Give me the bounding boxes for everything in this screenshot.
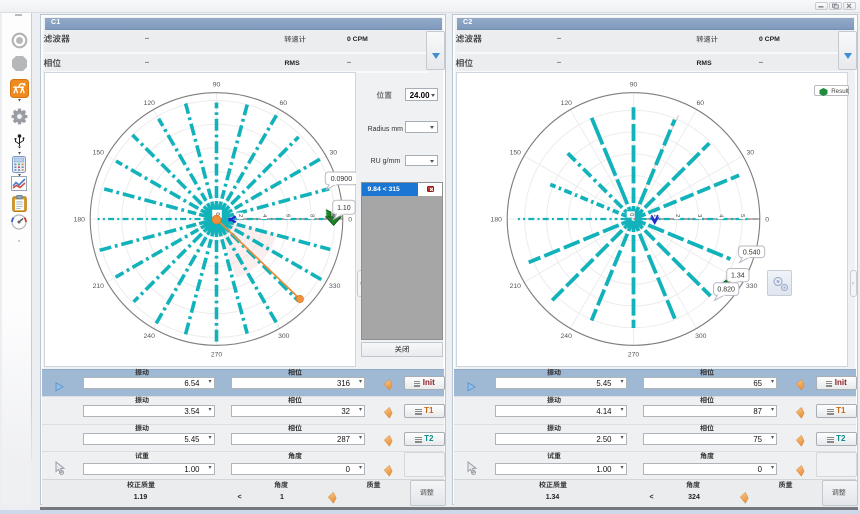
svg-text:0: 0 — [628, 213, 634, 216]
svg-text:0.0900: 0.0900 — [331, 176, 353, 183]
svg-text:120: 120 — [144, 100, 156, 107]
svg-text:30: 30 — [330, 150, 338, 157]
svg-text:120: 120 — [561, 100, 573, 107]
svg-text:300: 300 — [278, 333, 290, 340]
svg-text:270: 270 — [628, 351, 640, 358]
svg-text:0: 0 — [765, 216, 769, 223]
svg-text:240: 240 — [144, 333, 156, 340]
svg-text:90: 90 — [630, 81, 638, 88]
svg-text:5: 5 — [739, 214, 745, 217]
svg-text:210: 210 — [93, 283, 105, 290]
svg-text:30: 30 — [747, 150, 755, 157]
svg-text:60: 60 — [280, 100, 288, 107]
svg-text:60: 60 — [697, 100, 705, 107]
svg-text:0: 0 — [348, 216, 352, 223]
svg-text:90: 90 — [213, 81, 221, 88]
svg-text:330: 330 — [746, 283, 758, 290]
svg-text:0.540: 0.540 — [743, 249, 761, 256]
svg-text:150: 150 — [93, 150, 105, 157]
svg-text:300: 300 — [695, 333, 707, 340]
svg-text:8: 8 — [308, 214, 314, 217]
svg-text:330: 330 — [329, 283, 341, 290]
svg-text:150: 150 — [510, 150, 522, 157]
svg-text:180: 180 — [74, 216, 86, 223]
svg-text:1.10: 1.10 — [337, 205, 351, 212]
svg-text:2: 2 — [237, 214, 243, 217]
svg-text:2: 2 — [674, 214, 680, 217]
svg-text:1.34: 1.34 — [731, 273, 745, 280]
svg-text:180: 180 — [491, 216, 503, 223]
svg-text:270: 270 — [211, 351, 223, 358]
svg-text:210: 210 — [510, 283, 522, 290]
svg-text:6: 6 — [285, 214, 291, 217]
svg-text:240: 240 — [561, 333, 573, 340]
svg-text:0.820: 0.820 — [717, 287, 735, 294]
svg-text:3: 3 — [696, 214, 702, 217]
